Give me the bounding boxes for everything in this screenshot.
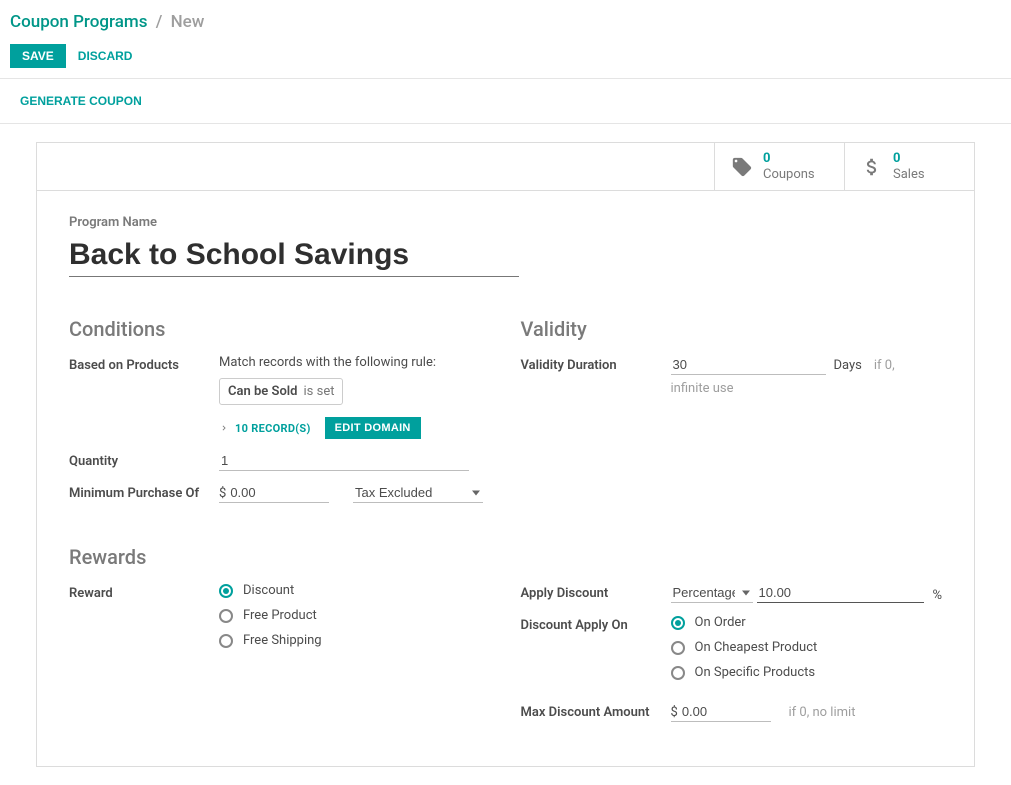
match-rule-text: Match records with the following rule: (219, 355, 491, 370)
max-discount-help: if 0, no limit (789, 705, 856, 720)
validity-help-block: infinite use (671, 381, 943, 396)
quantity-input[interactable] (219, 451, 469, 471)
reward-free-shipping-label[interactable]: Free Shipping (243, 633, 322, 648)
apply-discount-label: Apply Discount (521, 583, 671, 601)
coupons-label: Coupons (763, 167, 815, 183)
apply-on-order-label[interactable]: On Order (695, 615, 746, 630)
validity-duration-input[interactable] (671, 355, 826, 375)
breadcrumb-separator: / (152, 12, 167, 32)
sales-count: 0 (893, 151, 925, 167)
validity-help-inline: if 0, (874, 358, 895, 373)
sales-label: Sales (893, 167, 925, 183)
currency-symbol: $ (219, 486, 226, 501)
discard-button[interactable]: DISCARD (76, 44, 135, 68)
based-on-products-label: Based on Products (69, 355, 219, 373)
tax-select-wrap[interactable]: Tax Excluded (353, 483, 483, 503)
coupons-count: 0 (763, 151, 815, 167)
apply-on-specific-radio[interactable] (671, 666, 685, 680)
reward-discount-radio[interactable] (219, 584, 233, 598)
apply-on-specific-label[interactable]: On Specific Products (695, 665, 816, 680)
sales-stat-button[interactable]: 0 Sales (844, 143, 974, 190)
reward-free-shipping-radio[interactable] (219, 634, 233, 648)
reward-free-product-radio[interactable] (219, 609, 233, 623)
apply-discount-type-select[interactable]: Percentage (671, 583, 753, 603)
program-name-input[interactable] (69, 236, 519, 277)
program-name-label: Program Name (69, 215, 942, 230)
breadcrumb-parent-link[interactable]: Coupon Programs (10, 12, 147, 32)
min-purchase-input[interactable] (228, 483, 318, 502)
quantity-label: Quantity (69, 451, 219, 469)
apply-on-cheapest-label[interactable]: On Cheapest Product (695, 640, 818, 655)
save-button[interactable]: SAVE (10, 44, 66, 68)
form-sheet: 0 Coupons 0 Sales Program Name Condition… (36, 142, 975, 767)
generate-coupon-button[interactable]: GENERATE COUPON (20, 89, 144, 113)
tag-icon (731, 156, 753, 178)
max-discount-currency: $ (671, 705, 678, 720)
tax-select[interactable]: Tax Excluded (353, 483, 483, 503)
reward-free-product-label[interactable]: Free Product (243, 608, 317, 623)
min-purchase-label: Minimum Purchase Of (69, 483, 219, 501)
domain-tag-field: Can be Sold (228, 384, 298, 399)
arrow-right-icon (219, 423, 229, 433)
apply-discount-value-input[interactable] (757, 583, 925, 603)
conditions-title: Conditions (69, 317, 491, 341)
breadcrumb-current: New (171, 12, 205, 32)
discount-apply-on-label: Discount Apply On (521, 615, 671, 633)
records-link-text: 10 RECORD(S) (235, 422, 311, 435)
validity-title: Validity (521, 317, 943, 341)
reward-label: Reward (69, 583, 219, 601)
edit-domain-button[interactable]: EDIT DOMAIN (325, 417, 421, 439)
max-discount-input[interactable] (680, 702, 760, 721)
apply-on-cheapest-radio[interactable] (671, 641, 685, 655)
apply-on-order-radio[interactable] (671, 616, 685, 630)
rewards-title: Rewards (69, 545, 491, 569)
percent-unit: % (928, 588, 942, 603)
breadcrumb: Coupon Programs / New (10, 8, 1001, 40)
coupons-stat-button[interactable]: 0 Coupons (714, 143, 844, 190)
domain-tag[interactable]: Can be Sold is set (219, 378, 343, 405)
records-link[interactable]: 10 RECORD(S) (219, 422, 311, 435)
validity-duration-label: Validity Duration (521, 355, 671, 373)
domain-tag-condition: is set (304, 384, 335, 399)
reward-discount-label[interactable]: Discount (243, 583, 294, 598)
days-unit: Days (830, 358, 862, 373)
max-discount-label: Max Discount Amount (521, 702, 671, 720)
dollar-icon (861, 156, 883, 178)
apply-discount-type-select-wrap[interactable]: Percentage (671, 583, 753, 603)
